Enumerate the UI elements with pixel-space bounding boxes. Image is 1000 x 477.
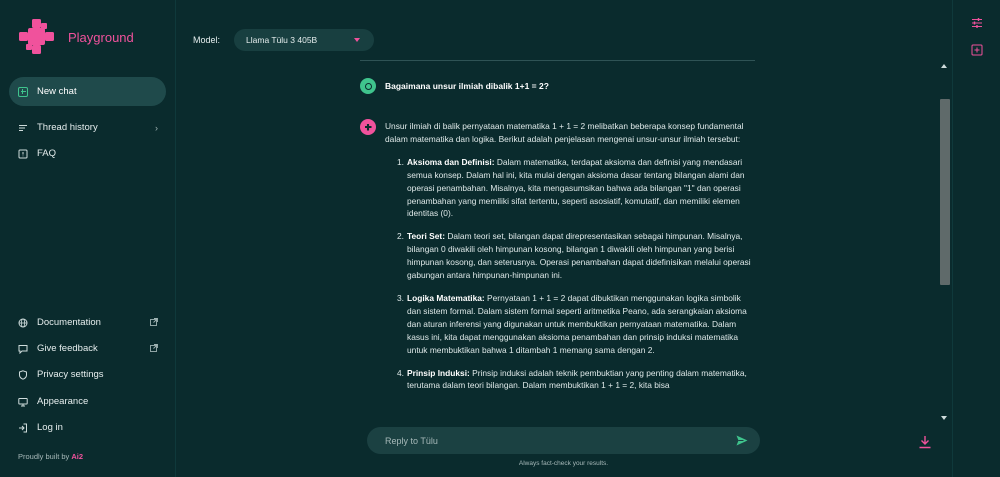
- list-number: 4.: [397, 367, 404, 378]
- assistant-message: Unsur ilmiah di balik pernyataan matemat…: [385, 120, 757, 425]
- assistant-intro: Unsur ilmiah di balik pernyataan matemat…: [385, 121, 744, 144]
- scroll-up-arrow[interactable]: [941, 64, 947, 68]
- send-icon[interactable]: [736, 435, 748, 446]
- add-panel-icon[interactable]: [971, 44, 983, 56]
- list-number: 3.: [397, 292, 404, 303]
- monitor-icon: [18, 397, 28, 407]
- sidebar-item-label: Appearance: [37, 396, 89, 407]
- list-icon: [18, 123, 28, 133]
- sidebar-item-label: Privacy settings: [37, 369, 104, 380]
- list-item-text: Dalam teori set, bilangan dapat direpres…: [407, 231, 751, 281]
- reply-box: [367, 427, 760, 454]
- built-by-prefix: Proudly built by: [18, 452, 70, 461]
- model-select[interactable]: Llama Tülu 3 405B: [234, 29, 375, 51]
- external-link-icon: [150, 317, 158, 328]
- globe-icon: [18, 318, 28, 328]
- ai2-link[interactable]: Ai2: [71, 452, 83, 461]
- sliders-icon[interactable]: [971, 17, 983, 29]
- sidebar-item-label: Log in: [37, 422, 63, 433]
- sidebar-item-give-feedback[interactable]: Give feedback: [18, 343, 158, 354]
- sidebar-item-privacy-settings[interactable]: Privacy settings: [18, 369, 158, 380]
- assistant-list: 1. Aksioma dan Definisi: Dalam matematika…: [385, 156, 757, 393]
- list-item: 4. Prinsip Induksi: Prinsip induksi adala…: [397, 367, 757, 393]
- list-item-title: Prinsip Induksi:: [407, 367, 470, 378]
- caret-down-icon: [354, 38, 361, 42]
- sidebar: Playground New chat Thread history › FAQ…: [0, 0, 176, 477]
- list-item-title: Aksioma dan Definisi:: [407, 156, 495, 167]
- sidebar-item-label: Documentation: [37, 317, 101, 328]
- download-icon[interactable]: [918, 435, 932, 449]
- brand[interactable]: Playground: [18, 18, 134, 55]
- user-message: Bagaimana unsur ilmiah dibalik 1+1 = 2?: [360, 78, 549, 94]
- reply-input[interactable]: [385, 435, 715, 446]
- scrollbar-thumb[interactable]: [940, 99, 950, 285]
- list-item: 1. Aksioma dan Definisi: Dalam matematika…: [397, 156, 757, 221]
- sidebar-item-faq[interactable]: FAQ: [18, 148, 158, 159]
- feedback-icon: [18, 344, 28, 354]
- list-item: 2. Teori Set: Dalam teori set, bilangan d…: [397, 230, 757, 282]
- thread-divider: [360, 60, 755, 61]
- model-selected-value: Llama Tülu 3 405B: [246, 35, 318, 45]
- sidebar-item-log-in[interactable]: Log in: [18, 422, 158, 433]
- app-root: Playground New chat Thread history › FAQ…: [0, 0, 1000, 477]
- scroll-down-arrow[interactable]: [941, 416, 947, 420]
- help-icon: [18, 149, 28, 159]
- chevron-right-icon: ›: [155, 122, 158, 133]
- login-icon: [18, 423, 28, 433]
- list-number: 2.: [397, 231, 404, 242]
- playground-logo: [19, 19, 54, 54]
- external-link-icon: [150, 343, 158, 354]
- model-bar: Model: Llama Tülu 3 405B: [193, 29, 375, 51]
- disclaimer: Always fact-check your results.: [518, 460, 609, 467]
- sidebar-item-label: Thread history: [37, 122, 98, 133]
- list-item-title: Logika Matematika:: [407, 292, 485, 303]
- assistant-avatar-icon: [360, 119, 376, 135]
- user-message-text: Bagaimana unsur ilmiah dibalik 1+1 = 2?: [385, 81, 549, 91]
- shield-icon: [18, 369, 28, 380]
- brand-name: Playground: [68, 30, 134, 45]
- list-item: 3. Logika Matematika: Pernyataan 1 + 1 = …: [397, 292, 757, 357]
- new-chat-button[interactable]: New chat: [9, 77, 166, 106]
- right-rail: [952, 0, 1000, 477]
- user-avatar-icon: [360, 78, 376, 94]
- built-by-note: Proudly built by Ai2: [18, 452, 83, 461]
- new-chat-label: New chat: [37, 86, 77, 97]
- sidebar-item-label: Give feedback: [37, 343, 98, 354]
- sidebar-item-appearance[interactable]: Appearance: [18, 396, 158, 407]
- sidebar-item-thread-history[interactable]: Thread history ›: [18, 122, 158, 133]
- sidebar-item-label: FAQ: [37, 148, 57, 159]
- sidebar-item-documentation[interactable]: Documentation: [18, 317, 158, 328]
- list-number: 1.: [397, 156, 404, 167]
- plus-square-icon: [18, 86, 28, 97]
- list-item-title: Teori Set:: [407, 231, 446, 242]
- model-label: Model:: [193, 35, 221, 45]
